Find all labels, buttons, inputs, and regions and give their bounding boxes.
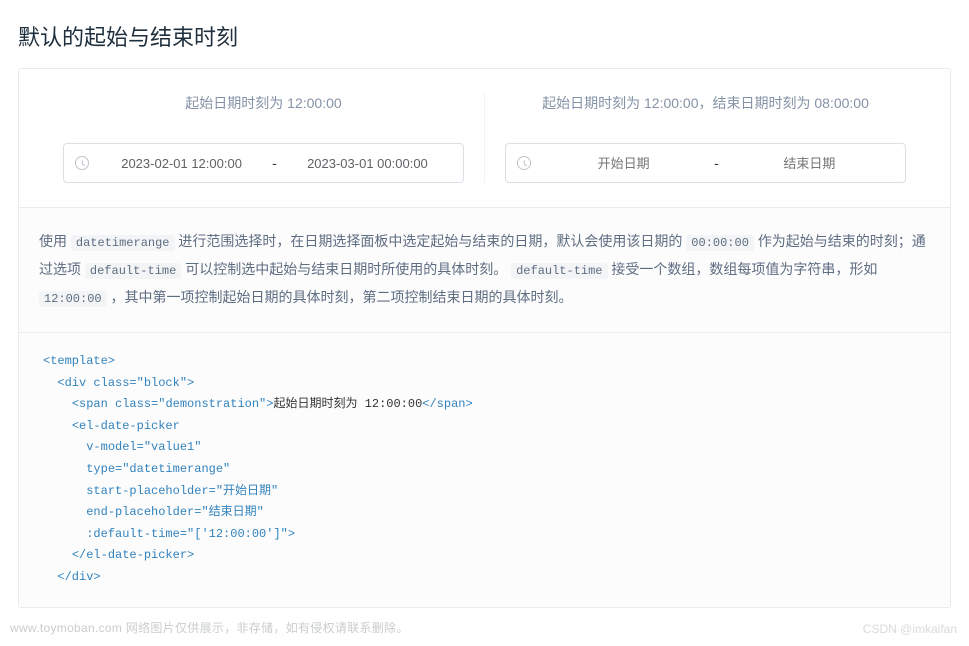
demo-meta: 使用 datetimerange 进行范围选择时，在日期选择面板中选定起始与结束… <box>19 207 950 607</box>
code-inline: datetimerange <box>71 235 175 251</box>
datetime-range-picker[interactable]: - <box>505 143 906 183</box>
code-line: v-model="value1" <box>86 440 201 454</box>
start-date-input[interactable] <box>96 156 267 171</box>
demo-label-right: 起始日期时刻为 12:00:00，结束日期时刻为 08:00:00 <box>505 93 906 113</box>
demo-box: 起始日期时刻为 12:00:00 - 起始日期时刻为 12:00:00，结束日期… <box>18 68 951 608</box>
code-text: 起始日期时刻为 12:00:00 <box>273 397 422 411</box>
desc-text: 可以控制选中起始与结束日期时所使用的具体时刻。 <box>181 261 511 277</box>
code-line: end-placeholder="结束日期" <box>86 505 264 519</box>
end-date-input[interactable] <box>282 156 453 171</box>
watermark-right: CSDN @imkaifan <box>863 622 957 636</box>
code-line: <template> <box>43 354 115 368</box>
clock-icon <box>516 155 532 171</box>
code-inline: 12:00:00 <box>39 291 107 307</box>
code-line: <span class="demonstration"> <box>72 397 274 411</box>
desc-text: ，其中第一项控制起始日期的具体时刻，第二项控制结束日期的具体时刻。 <box>107 289 573 305</box>
demo-source: 起始日期时刻为 12:00:00 - 起始日期时刻为 12:00:00，结束日期… <box>19 69 950 207</box>
watermark-left: www.toymoban.com 网络图片仅供展示，非存储，如有侵权请联系删除。 <box>10 619 409 636</box>
code-line: type="datetimerange" <box>86 462 230 476</box>
code-line: </div> <box>57 570 100 584</box>
code-line: </span> <box>422 397 472 411</box>
code-inline: 00:00:00 <box>686 235 754 251</box>
section-heading: 默认的起始与结束时刻 <box>18 20 969 52</box>
code-line: </el-date-picker> <box>72 548 194 562</box>
demo-label-left: 起始日期时刻为 12:00:00 <box>63 93 464 113</box>
demo-description: 使用 datetimerange 进行范围选择时，在日期选择面板中选定起始与结束… <box>19 208 950 333</box>
range-separator: - <box>267 155 282 171</box>
end-date-input[interactable] <box>724 156 895 171</box>
code-line: <el-date-picker <box>72 419 180 433</box>
desc-text: 接受一个数组，数组每项值为字符串，形如 <box>608 261 878 277</box>
desc-text: 使用 <box>39 233 71 249</box>
code-inline: default-time <box>85 263 181 279</box>
demo-block-left: 起始日期时刻为 12:00:00 - <box>43 93 485 183</box>
range-separator: - <box>709 155 724 171</box>
demo-block-right: 起始日期时刻为 12:00:00，结束日期时刻为 08:00:00 - <box>485 93 926 183</box>
desc-text: 进行范围选择时，在日期选择面板中选定起始与结束的日期，默认会使用该日期的 <box>175 233 687 249</box>
code-line: <div class="block"> <box>57 376 194 390</box>
code-inline: default-time <box>511 263 607 279</box>
code-sample: <template> <div class="block"> <span cla… <box>19 333 950 607</box>
code-line: :default-time="['12:00:00']" <box>86 527 288 541</box>
clock-icon <box>74 155 90 171</box>
datetime-range-picker[interactable]: - <box>63 143 464 183</box>
start-date-input[interactable] <box>538 156 709 171</box>
code-line: start-placeholder="开始日期" <box>86 484 278 498</box>
